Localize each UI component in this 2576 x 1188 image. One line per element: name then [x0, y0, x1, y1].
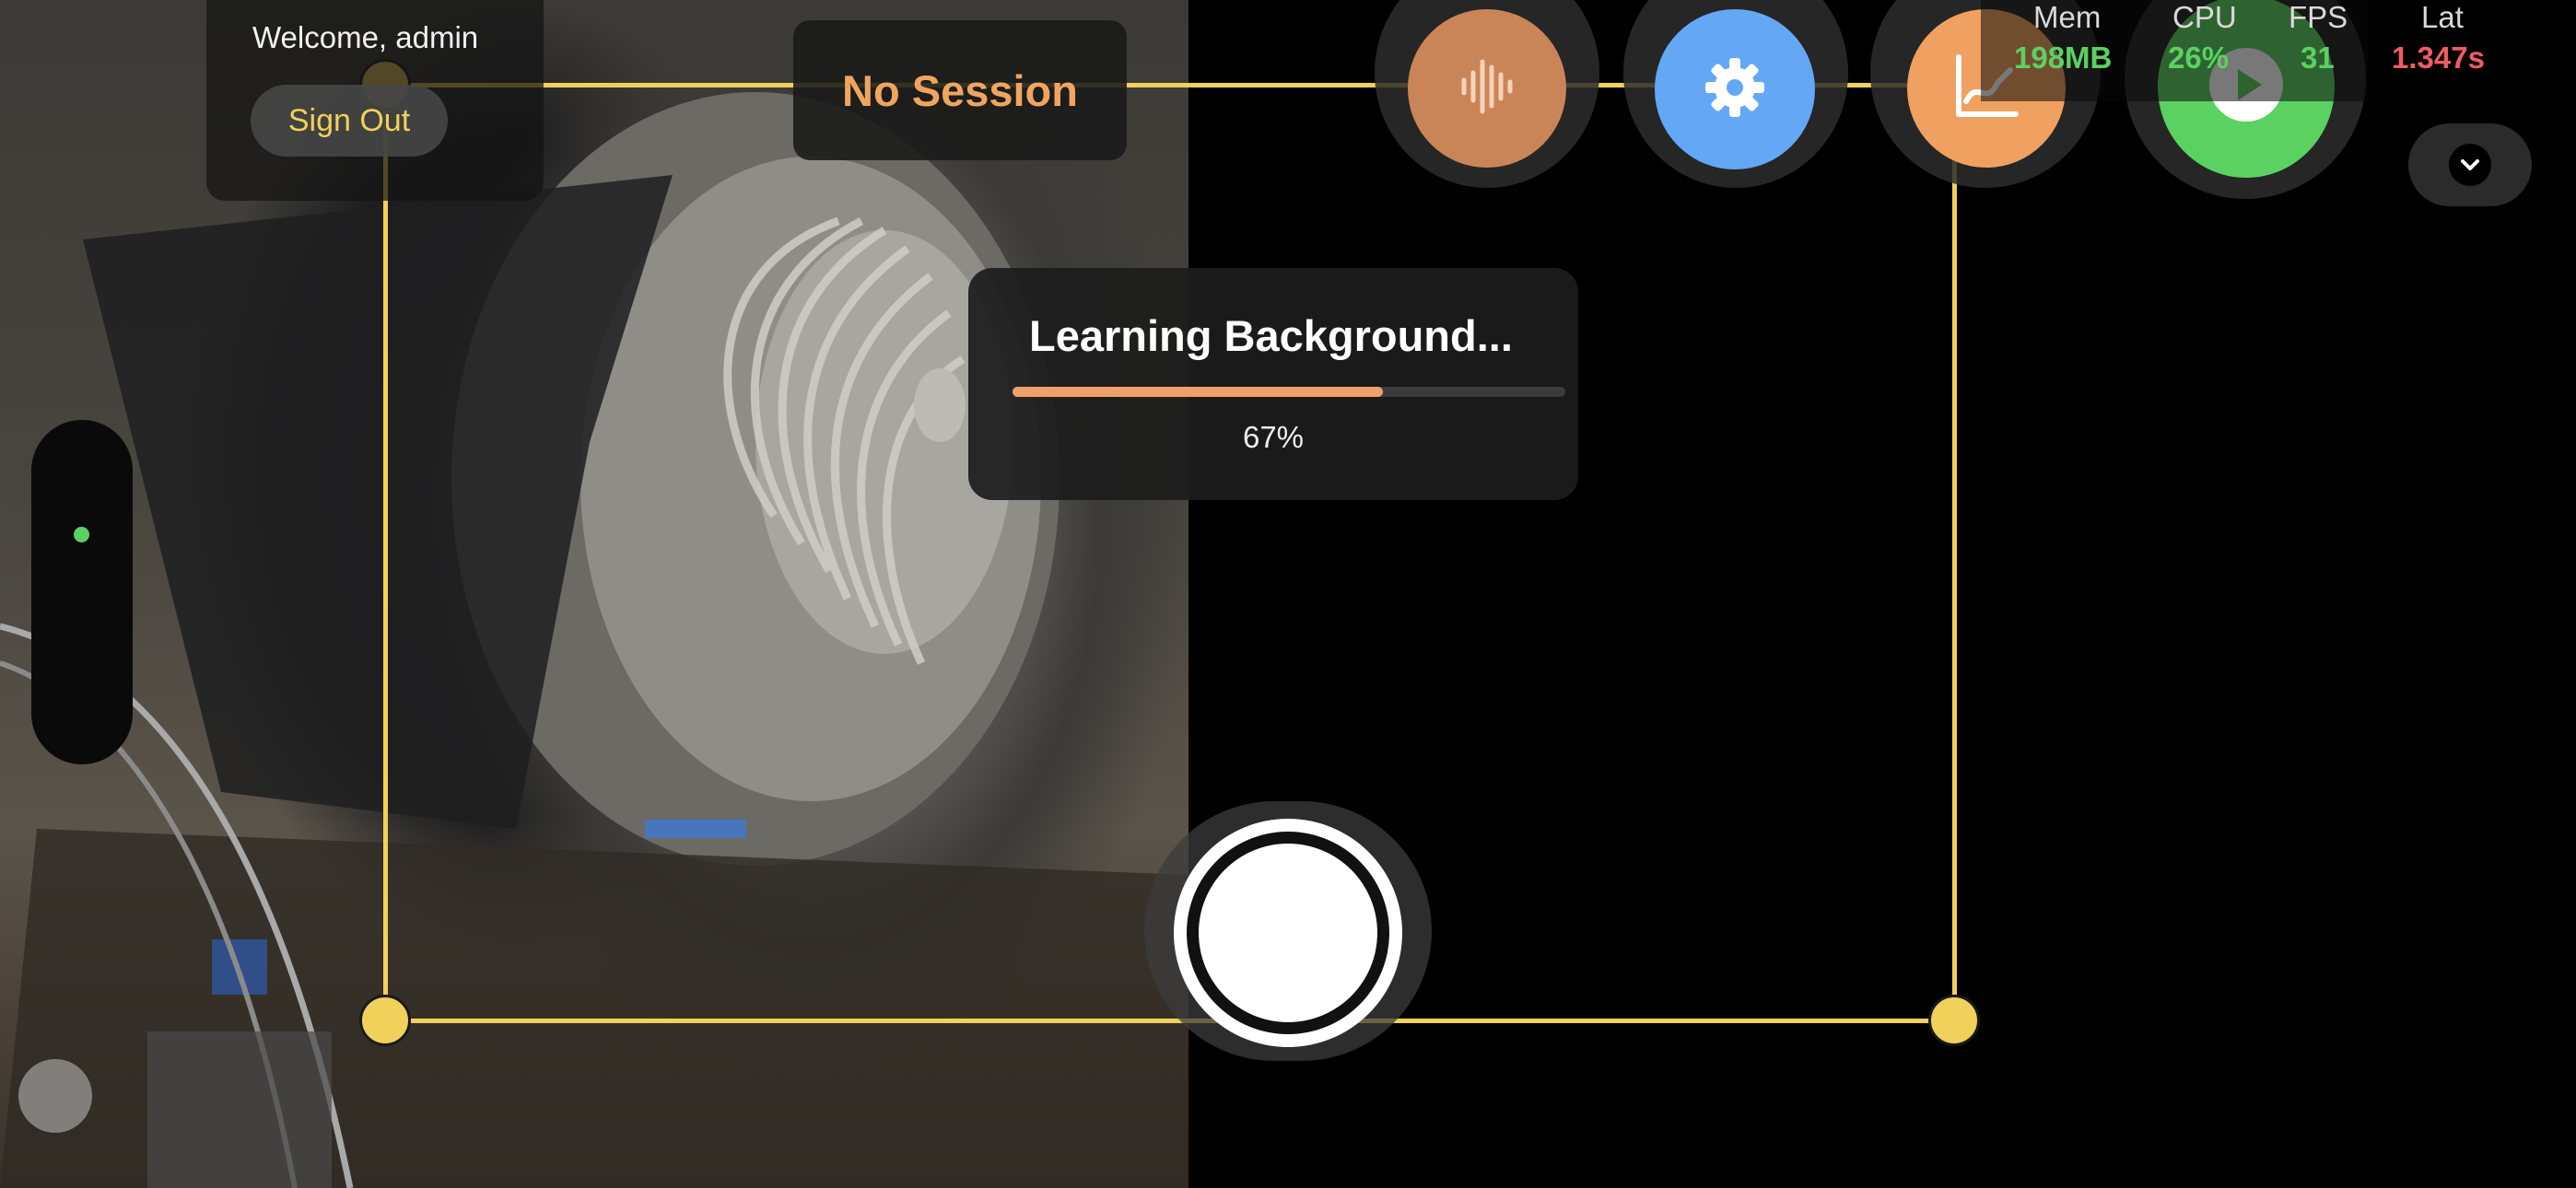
- lat-label: Lat: [2421, 0, 2464, 34]
- progress-track: [1013, 387, 1565, 397]
- lat-value: 1.347s: [2392, 41, 2485, 75]
- mem-label: Mem: [2033, 0, 2102, 34]
- learning-progress-card: Learning Background... 67%: [968, 268, 1578, 500]
- selection-left-edge: [383, 85, 388, 1020]
- cpu-label: CPU: [2172, 0, 2237, 34]
- status-dot-icon: [74, 527, 89, 542]
- sign-out-button[interactable]: Sign Out: [251, 85, 448, 157]
- chevron-down-icon: [2449, 144, 2491, 186]
- fps-label: FPS: [2289, 0, 2348, 34]
- cpu-value: 26%: [2168, 41, 2230, 75]
- progress-percent: 67%: [1242, 420, 1305, 454]
- mem-value: 198MB: [2014, 41, 2113, 75]
- learning-title: Learning Background...: [1029, 311, 1513, 360]
- selection-right-edge: [1952, 85, 1957, 1020]
- metrics-panel: Mem 198MB CPU 26% FPS 31: [1981, 0, 2368, 101]
- waveform-button[interactable]: [1408, 9, 1566, 168]
- user-panel: Welcome, admin Sign Out: [206, 0, 544, 201]
- waveform-icon: [1455, 54, 1519, 123]
- side-indicator[interactable]: [31, 420, 133, 764]
- expand-button[interactable]: [2408, 123, 2532, 206]
- session-status: No Session: [793, 20, 1127, 160]
- shutter-icon[interactable]: [1199, 844, 1377, 1022]
- settings-button[interactable]: [1655, 9, 1815, 169]
- welcome-text: Welcome, admin: [252, 20, 479, 54]
- camera-feed: [0, 0, 1188, 1188]
- gear-icon: [1702, 54, 1768, 125]
- selection-bottom-edge: [385, 1019, 1955, 1023]
- fps-value: 31: [2301, 41, 2335, 75]
- selection-handle-bottom-right[interactable]: [1928, 995, 1980, 1046]
- progress-fill: [1013, 387, 1383, 397]
- selection-handle-bottom-left[interactable]: [359, 995, 411, 1046]
